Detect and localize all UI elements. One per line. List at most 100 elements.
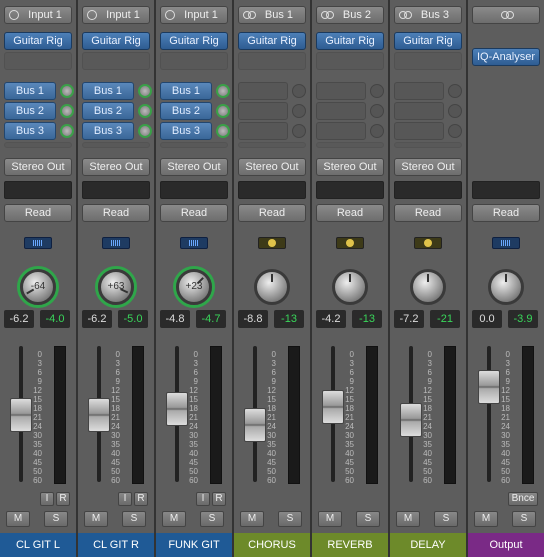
pan-knob[interactable]: +23 bbox=[176, 269, 212, 305]
mute-button[interactable]: M bbox=[474, 511, 498, 527]
empty-plugin-slot[interactable] bbox=[394, 52, 462, 70]
solo-button[interactable]: S bbox=[356, 511, 380, 527]
empty-send-slot[interactable] bbox=[316, 122, 366, 140]
track-name[interactable]: FUNK GIT bbox=[156, 533, 232, 557]
record-enable-button[interactable]: R bbox=[212, 492, 226, 506]
volume-readout[interactable]: -7.2 bbox=[394, 310, 424, 328]
empty-send-slot[interactable] bbox=[4, 142, 72, 148]
send-slot[interactable]: Bus 2 bbox=[160, 102, 212, 120]
empty-plugin-slot[interactable] bbox=[4, 52, 72, 70]
volume-fader[interactable] bbox=[478, 370, 500, 404]
record-enable-button[interactable]: R bbox=[134, 492, 148, 506]
pan-knob[interactable] bbox=[488, 269, 524, 305]
track-name[interactable]: REVERB bbox=[312, 533, 388, 557]
track-name[interactable]: CL GIT L bbox=[0, 533, 76, 557]
send-level-knob[interactable] bbox=[216, 84, 230, 98]
output-slot[interactable]: Stereo Out bbox=[316, 158, 384, 176]
mute-button[interactable]: M bbox=[6, 511, 30, 527]
send-level-knob[interactable] bbox=[216, 104, 230, 118]
peak-readout[interactable]: -4.0 bbox=[40, 310, 70, 328]
plugin-slot[interactable]: IQ-Analyser bbox=[472, 48, 540, 66]
empty-send-slot[interactable] bbox=[316, 102, 366, 120]
group-slot[interactable] bbox=[316, 181, 384, 199]
plugin-slot[interactable]: Guitar Rig bbox=[316, 32, 384, 50]
plugin-slot[interactable]: Guitar Rig bbox=[238, 32, 306, 50]
solo-button[interactable]: S bbox=[434, 511, 458, 527]
volume-readout[interactable]: -6.2 bbox=[82, 310, 112, 328]
send-level-knob[interactable] bbox=[138, 104, 152, 118]
send-level-knob[interactable] bbox=[60, 124, 74, 138]
empty-send-slot[interactable] bbox=[394, 142, 462, 148]
send-slot[interactable]: Bus 3 bbox=[82, 122, 134, 140]
pan-knob[interactable] bbox=[254, 269, 290, 305]
pan-knob[interactable]: +63 bbox=[98, 269, 134, 305]
input-slot[interactable]: Bus 2 bbox=[316, 6, 384, 24]
empty-send-slot[interactable] bbox=[238, 122, 288, 140]
group-slot[interactable] bbox=[238, 181, 306, 199]
mute-button[interactable]: M bbox=[396, 511, 420, 527]
mute-button[interactable]: M bbox=[162, 511, 186, 527]
volume-fader[interactable] bbox=[10, 398, 32, 432]
peak-readout[interactable]: -5.0 bbox=[118, 310, 148, 328]
empty-send-slot[interactable] bbox=[160, 142, 228, 148]
send-slot[interactable]: Bus 1 bbox=[82, 82, 134, 100]
volume-fader[interactable] bbox=[400, 403, 422, 437]
mute-button[interactable]: M bbox=[240, 511, 264, 527]
empty-send-slot[interactable] bbox=[394, 122, 444, 140]
volume-fader[interactable] bbox=[244, 408, 266, 442]
pan-knob[interactable] bbox=[332, 269, 368, 305]
input-slot[interactable]: Bus 3 bbox=[394, 6, 462, 24]
empty-send-slot[interactable] bbox=[316, 142, 384, 148]
empty-send-slot[interactable] bbox=[82, 142, 150, 148]
output-slot[interactable]: Stereo Out bbox=[238, 158, 306, 176]
output-slot[interactable]: Stereo Out bbox=[4, 158, 72, 176]
empty-plugin-slot[interactable] bbox=[238, 52, 306, 70]
empty-send-slot[interactable] bbox=[238, 142, 306, 148]
input-slot[interactable]: Input 1 bbox=[160, 6, 228, 24]
input-slot[interactable]: Input 1 bbox=[82, 6, 150, 24]
automation-mode[interactable]: Read bbox=[4, 204, 72, 222]
volume-readout[interactable]: 0.0 bbox=[472, 310, 502, 328]
empty-send-slot[interactable] bbox=[394, 102, 444, 120]
solo-button[interactable]: S bbox=[278, 511, 302, 527]
automation-mode[interactable]: Read bbox=[160, 204, 228, 222]
input-monitor-button[interactable]: I bbox=[40, 492, 54, 506]
peak-readout[interactable]: -4.7 bbox=[196, 310, 226, 328]
mute-button[interactable]: M bbox=[318, 511, 342, 527]
send-slot[interactable]: Bus 2 bbox=[82, 102, 134, 120]
empty-send-slot[interactable] bbox=[238, 82, 288, 100]
input-monitor-button[interactable]: I bbox=[118, 492, 132, 506]
volume-readout[interactable]: -6.2 bbox=[4, 310, 34, 328]
output-slot[interactable]: Stereo Out bbox=[160, 158, 228, 176]
record-enable-button[interactable]: R bbox=[56, 492, 70, 506]
send-slot[interactable]: Bus 1 bbox=[160, 82, 212, 100]
peak-readout[interactable]: -13 bbox=[274, 310, 304, 328]
automation-mode[interactable]: Read bbox=[472, 204, 540, 222]
empty-plugin-slot[interactable] bbox=[82, 52, 150, 70]
group-slot[interactable] bbox=[472, 181, 540, 199]
volume-readout[interactable]: -4.8 bbox=[160, 310, 190, 328]
group-slot[interactable] bbox=[4, 181, 72, 199]
output-slot[interactable]: Stereo Out bbox=[394, 158, 462, 176]
input-slot[interactable]: Input 1 bbox=[4, 6, 72, 24]
solo-button[interactable]: S bbox=[512, 511, 536, 527]
volume-readout[interactable]: -8.8 bbox=[238, 310, 268, 328]
peak-readout[interactable]: -3.9 bbox=[508, 310, 538, 328]
track-name[interactable]: DELAY bbox=[390, 533, 466, 557]
empty-plugin-slot[interactable] bbox=[160, 52, 228, 70]
volume-readout[interactable]: -4.2 bbox=[316, 310, 346, 328]
peak-readout[interactable]: -13 bbox=[352, 310, 382, 328]
plugin-slot[interactable]: Guitar Rig bbox=[4, 32, 72, 50]
plugin-slot[interactable]: Guitar Rig bbox=[160, 32, 228, 50]
group-slot[interactable] bbox=[394, 181, 462, 199]
input-slot[interactable] bbox=[472, 6, 540, 24]
empty-send-slot[interactable] bbox=[316, 82, 366, 100]
automation-mode[interactable]: Read bbox=[316, 204, 384, 222]
solo-button[interactable]: S bbox=[44, 511, 68, 527]
track-name[interactable]: CL GIT R bbox=[78, 533, 154, 557]
output-slot[interactable]: Stereo Out bbox=[82, 158, 150, 176]
group-slot[interactable] bbox=[82, 181, 150, 199]
send-level-knob[interactable] bbox=[216, 124, 230, 138]
input-monitor-button[interactable]: I bbox=[196, 492, 210, 506]
solo-button[interactable]: S bbox=[200, 511, 224, 527]
